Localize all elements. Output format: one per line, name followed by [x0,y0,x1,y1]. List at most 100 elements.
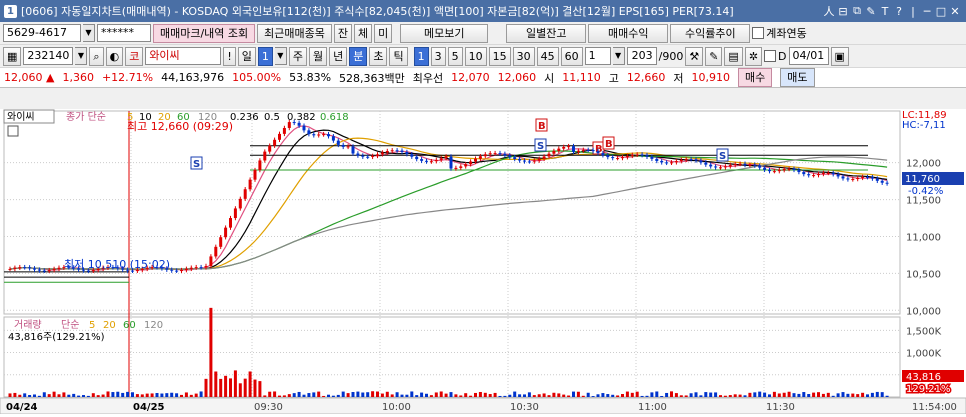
range-input[interactable]: 203 [627,47,657,65]
layout-icon[interactable]: ⊟ [836,5,850,18]
chevron-down-icon[interactable]: ▼ [613,47,625,65]
unfilled-button[interactable]: 미 [374,24,392,43]
search-icon[interactable]: ⌕ [89,47,103,66]
period-day-button[interactable]: 일 [238,47,256,66]
period-tick-button[interactable]: 틱 [389,47,407,66]
volume-bar [376,392,379,397]
volume-bar [827,393,830,397]
volume-bar [116,392,119,397]
alert-button[interactable]: ! [223,47,235,66]
volume-bar [695,392,698,397]
table-icon[interactable] [8,126,18,136]
recent-trades-button[interactable]: 최근매매종목 [257,24,332,43]
filled-button[interactable]: 체 [354,24,372,43]
volume-bar [459,395,462,397]
memo-button[interactable]: 메모보기 [400,24,488,43]
trade-mark-query-button[interactable]: 매매마크/내역 조회 [153,24,255,43]
stock-code-input[interactable]: 232140 [23,47,73,65]
period-value[interactable]: 1 [258,47,273,66]
ma-line [10,126,887,270]
volume-bar [352,392,355,397]
volume-bar [822,394,825,397]
volume-bar [58,394,61,397]
buy-button[interactable]: 매수 [738,68,772,87]
volume-bar [283,395,286,397]
volume-bar [361,393,364,397]
volume-bar [783,393,786,397]
minimize-icon[interactable]: ─ [920,5,934,18]
daily-balance-button[interactable]: 일별잔고 [506,24,586,43]
sell-button[interactable]: 매도 [780,68,814,87]
chevron-down-icon[interactable]: ▼ [275,47,287,65]
interval-10-button[interactable]: 10 [465,47,487,66]
date-input[interactable]: 04/01 [789,47,829,65]
interval-60-button[interactable]: 60 [561,47,583,66]
interval-15-button[interactable]: 15 [489,47,511,66]
turnover-ratio: 53.83% [289,71,331,84]
pen-icon[interactable]: ✎ [864,5,878,18]
trade-profit-button[interactable]: 매매수익 [588,24,668,43]
person-icon[interactable]: 人 [822,3,836,19]
volume-bar [616,395,619,397]
candle [415,157,418,159]
candle [734,164,737,165]
chevron-down-icon[interactable]: ▼ [75,47,87,65]
tools-icon[interactable]: ⚒ [685,47,703,66]
profit-trend-button[interactable]: 수익률추이 [670,24,750,43]
account-input[interactable]: 5629-4617 [3,24,81,42]
chevron-down-icon[interactable]: ▼ [83,24,95,42]
candle [33,268,36,269]
candle [386,151,389,152]
chart-area[interactable]: SBSBBS 와이씨 종가 단순 5 10 20 60 120 0.236 0.… [0,109,966,414]
draw-icon[interactable]: ✎ [705,47,722,66]
volume-bar [601,393,604,397]
volume-bar [337,395,340,397]
price-chart[interactable]: SBS B BS 와이씨 종가 단순 5 10 20 60 120 0.236 0.… [0,109,966,414]
date-checkbox[interactable] [764,50,776,62]
x-axis-label: 11:54:00 [912,402,957,413]
account-link-checkbox[interactable] [752,27,764,39]
text-icon[interactable]: T [878,5,892,18]
interval-1-button[interactable]: 1 [414,47,429,66]
candle [450,156,453,168]
interval-3-button[interactable]: 3 [431,47,446,66]
volume-bar [405,395,408,397]
calendar-icon[interactable]: ▣ [831,47,849,66]
period-week-button[interactable]: 주 [289,47,307,66]
period-month-button[interactable]: 월 [309,47,327,66]
chart-menu-icon[interactable]: ▦ [3,47,21,66]
gear-icon[interactable]: ✲ [745,47,762,66]
volume-bar [121,393,124,397]
speaker-icon[interactable]: ◐ [106,47,124,66]
interval-45-button[interactable]: 45 [537,47,559,66]
candle [229,218,232,228]
interval-5-button[interactable]: 5 [448,47,463,66]
candle [851,179,854,180]
volume-bar [646,396,649,397]
interval-count-input[interactable]: 1 [585,47,611,65]
volume-bar [454,394,457,397]
balance-button[interactable]: 잔 [334,24,352,43]
password-input[interactable]: ****** [97,24,151,42]
save-icon[interactable]: ▤ [724,47,742,66]
close-icon[interactable]: ✕ [948,5,962,18]
help-icon[interactable]: ? [892,5,906,18]
copy-icon[interactable]: ⧉ [850,4,864,18]
maximize-icon[interactable]: □ [934,5,948,18]
volume-ratio: 105.00% [232,71,281,84]
volume-value: 43,816주(129.21%) [8,332,105,343]
volume-bar [371,391,374,397]
period-year-button[interactable]: 년 [329,47,347,66]
period-minute-button[interactable]: 분 [349,47,367,66]
period-second-button[interactable]: 초 [369,47,387,66]
volume-bar [401,395,404,397]
candle [871,177,874,178]
interval-30-button[interactable]: 30 [513,47,535,66]
candle [729,165,732,166]
volume-bar [165,393,168,397]
candle [219,237,222,247]
volume-bar [72,394,75,397]
candle [807,174,810,175]
volume-bar [494,393,497,397]
volume-bar [641,396,644,397]
